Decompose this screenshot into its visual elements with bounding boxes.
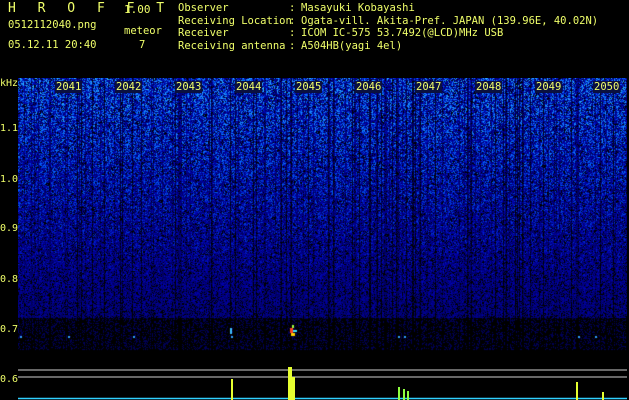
info-row-antenna: Receiving antenna : A504HB(yagi 4el): [178, 40, 598, 53]
info-key: Receiving Location: [178, 14, 292, 27]
x-tick-label: 2050: [593, 81, 621, 93]
power-spike: [398, 387, 400, 400]
date-time: 05.12.11 20:40: [8, 39, 97, 51]
y-tick-label: 0.9: [0, 223, 19, 234]
info-row-observer: Observer : Masayuki Kobayashi: [178, 2, 598, 15]
power-spike: [602, 392, 604, 400]
x-tick-label: 2044: [235, 81, 263, 93]
info-key: Receiving antenna: [178, 40, 286, 53]
meteor-power-spike: [288, 367, 292, 400]
info-sep: :: [289, 14, 296, 27]
x-tick-label: 2042: [115, 81, 143, 93]
unit-label: kHz: [0, 78, 19, 89]
x-tick-label: 2045: [295, 81, 323, 93]
spectrogram-panel: kHz 1.1 1.0 0.9 0.8 0.7 0.6 2041 2042 20…: [0, 78, 629, 400]
power-trace-panel: [18, 367, 627, 400]
y-tick-label: 0.7: [0, 324, 19, 335]
station-info: Observer : Masayuki Kobayashi Receiving …: [178, 2, 598, 53]
info-sep: :: [289, 27, 296, 40]
info-sep: :: [289, 2, 296, 14]
power-spike: [576, 382, 578, 400]
info-sep: :: [289, 40, 296, 53]
y-tick-label: 1.1: [0, 123, 19, 134]
y-tick-label: 0.8: [0, 274, 19, 285]
info-value: A504HB(yagi 4el): [301, 40, 403, 53]
header-panel: H R O F F T 1.00 0512112040.png 05.12.11…: [0, 0, 629, 78]
x-tick-label: 2046: [355, 81, 383, 93]
app-version: 1.00: [124, 3, 151, 16]
power-spike: [407, 391, 409, 400]
x-tick-label: 2047: [415, 81, 443, 93]
info-key: Observer: [178, 2, 229, 14]
power-spike: [403, 389, 405, 400]
y-tick-label: 1.0: [0, 174, 19, 185]
info-value: ICOM IC-575 53.7492(@LCD)MHz USB: [301, 27, 504, 40]
x-tick-label: 2049: [535, 81, 563, 93]
meteor-count: 7: [139, 39, 146, 51]
x-tick-label: 2041: [55, 81, 83, 93]
info-row-location: Receiving Location : Ogata-vill. Akita-P…: [178, 15, 598, 28]
info-key: Receiver: [178, 27, 229, 40]
spectrogram-canvas: [18, 78, 627, 367]
x-tick-label: 2043: [175, 81, 203, 93]
power-spike: [231, 379, 233, 400]
file-name: 0512112040.png: [8, 19, 97, 31]
info-value: Masayuki Kobayashi: [301, 2, 415, 14]
info-value: Ogata-vill. Akita-Pref. JAPAN (139.96E, …: [301, 14, 599, 27]
meteor-label: meteor: [124, 25, 162, 37]
info-row-receiver: Receiver : ICOM IC-575 53.7492(@LCD)MHz …: [178, 27, 598, 40]
x-tick-label: 2048: [475, 81, 503, 93]
meteor-power-spike: [292, 377, 295, 400]
